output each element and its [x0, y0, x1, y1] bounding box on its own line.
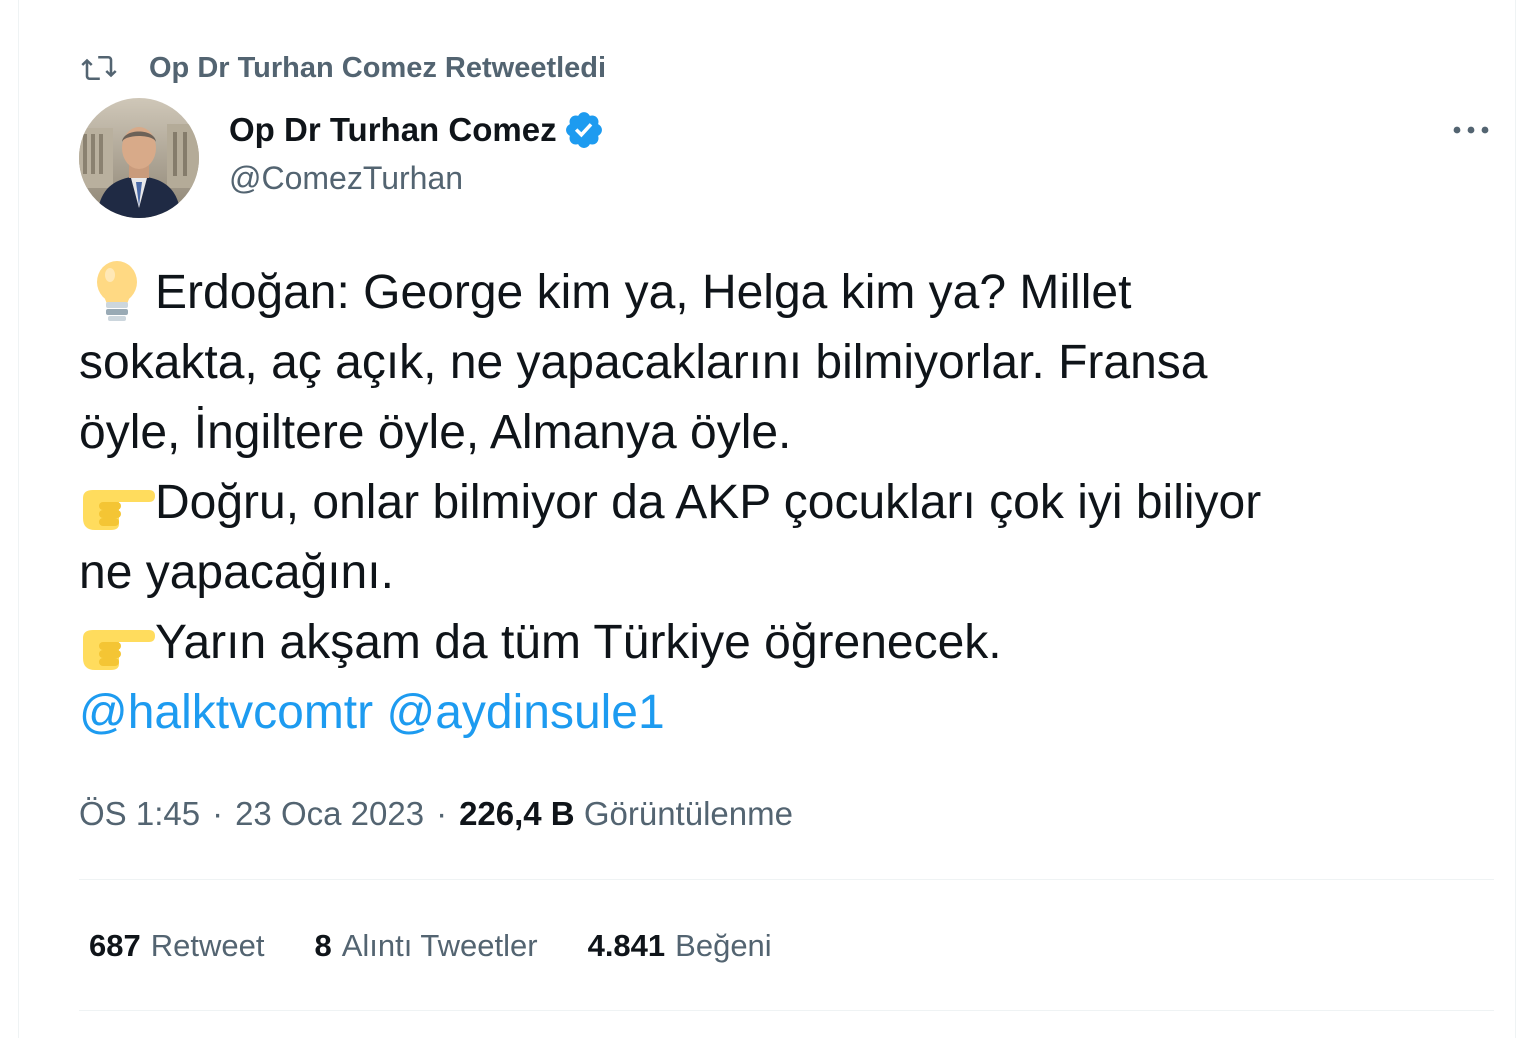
retweet-icon	[79, 48, 119, 88]
pointing-right-emoji	[79, 608, 155, 678]
author-name-row[interactable]: Op Dr Turhan Comez	[229, 108, 605, 152]
likes-count: 4.841	[587, 928, 666, 963]
tweet-line-text: Doğru, onlar bilmiyor da AKP çocukları ç…	[155, 476, 1262, 529]
tweet-line: Yarın akşam da tüm Türkiye öğrenecek.	[79, 608, 1499, 678]
tweet-line: Erdoğan: George kim ya, Helga kim ya? Mi…	[79, 258, 1499, 328]
retweets-label: Retweet	[150, 928, 265, 963]
pointing-right-emoji	[79, 468, 155, 538]
retweets-count: 687	[89, 928, 141, 963]
tweet-stats: 687 Retweet 8 Alıntı Tweetler 4.841 Beğe…	[89, 924, 822, 968]
quotes-count: 8	[314, 928, 332, 963]
meta-separator: ·	[212, 795, 224, 832]
divider	[79, 879, 1494, 880]
meta-separator: ·	[436, 795, 448, 832]
tweet-line-text: Erdoğan: George kim ya, Helga kim ya? Mi…	[155, 266, 1132, 319]
retweets-stat[interactable]: 687 Retweet	[89, 928, 264, 964]
tweet-line: öyle, İngiltere öyle, Almanya öyle.	[79, 398, 1499, 468]
retweeted-by-text: Op Dr Turhan Comez Retweetledi	[149, 51, 607, 84]
likes-label: Beğeni	[675, 928, 772, 963]
tweet-line-text: öyle, İngiltere öyle, Almanya öyle.	[79, 406, 792, 459]
mention-link[interactable]: @aydinsule1	[386, 678, 664, 748]
tweet-line: ne yapacağını.	[79, 538, 1499, 608]
quotes-stat[interactable]: 8 Alıntı Tweetler	[314, 928, 537, 964]
author-handle[interactable]: @ComezTurhan	[229, 160, 463, 197]
author-name[interactable]: Op Dr Turhan Comez	[229, 111, 557, 149]
light-bulb-emoji	[79, 258, 155, 328]
more-options-icon[interactable]	[1447, 110, 1495, 150]
tweet-date[interactable]: 23 Oca 2023	[235, 795, 424, 833]
mention-link[interactable]: @halktvcomtr	[79, 678, 373, 748]
quotes-label: Alıntı Tweetler	[341, 928, 538, 963]
retweet-header[interactable]: Op Dr Turhan Comez Retweetledi	[79, 48, 606, 88]
likes-stat[interactable]: 4.841 Beğeni	[588, 928, 772, 964]
verified-badge-icon[interactable]	[563, 109, 605, 151]
tweet-line-text: ne yapacağını.	[79, 546, 394, 599]
tweet-line: Doğru, onlar bilmiyor da AKP çocukları ç…	[79, 468, 1499, 538]
tweet-time[interactable]: ÖS 1:45	[79, 795, 200, 833]
tweet-line-text: sokakta, aç açık, ne yapacaklarını bilmi…	[79, 336, 1208, 389]
tweet-text: Erdoğan: George kim ya, Helga kim ya? Mi…	[79, 258, 1499, 748]
views-count: 226,4 B	[459, 795, 575, 832]
tweet-line: sokakta, aç açık, ne yapacaklarını bilmi…	[79, 328, 1499, 398]
divider	[79, 1010, 1494, 1011]
tweet-mentions: @halktvcomtr @aydinsule1	[79, 678, 1499, 748]
tweet-card: Op Dr Turhan Comez Retweetledi Op Dr Tur…	[18, 0, 1516, 1038]
avatar[interactable]	[79, 98, 199, 218]
views-label: Görüntülenme	[583, 795, 793, 832]
tweet-line-text: Yarın akşam da tüm Türkiye öğrenecek.	[155, 616, 1002, 669]
tweet-meta: ÖS 1:45 · 23 Oca 2023 · 226,4 B Görüntül…	[79, 792, 793, 836]
